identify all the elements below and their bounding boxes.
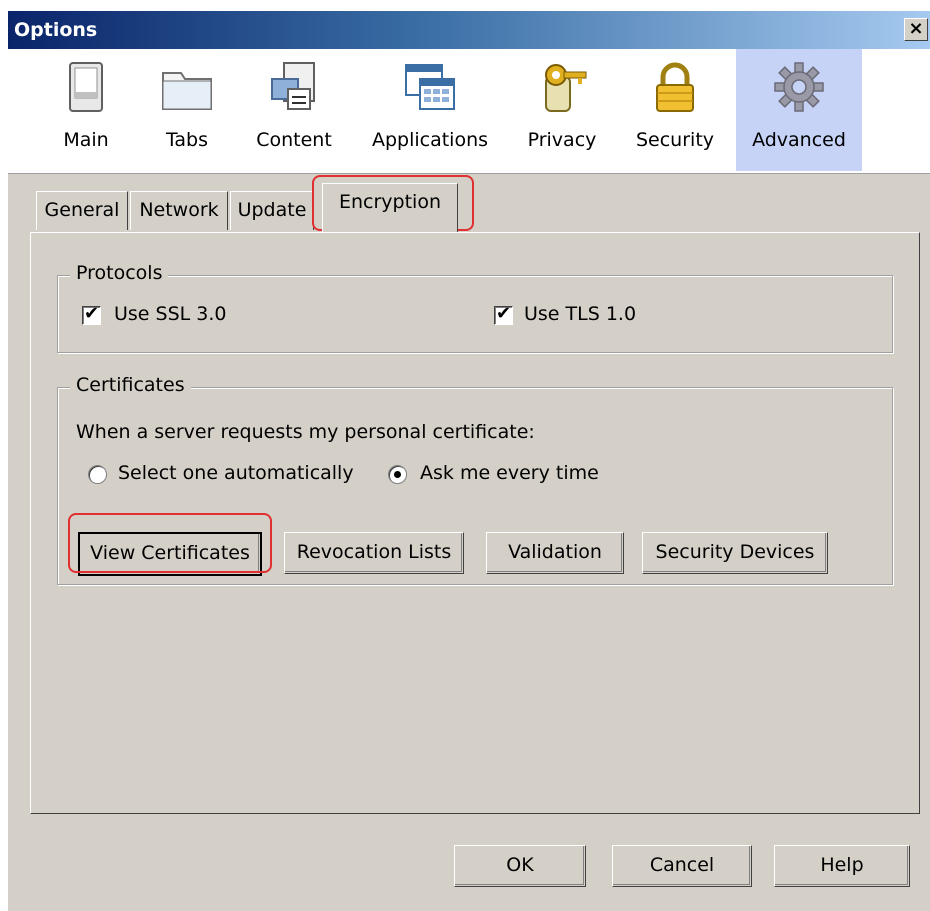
checkmark-icon: ✔ xyxy=(84,303,100,324)
applications-window-icon xyxy=(402,59,458,115)
title-bar[interactable]: Options × xyxy=(8,11,930,49)
ssl-label: Use SSL 3.0 xyxy=(114,303,227,325)
content-page-icon xyxy=(266,59,322,115)
key-tag-icon xyxy=(534,59,590,115)
checkmark-icon: ✔ xyxy=(496,303,512,324)
toolbar-item-privacy[interactable]: Privacy xyxy=(516,49,608,171)
toolbar-item-main[interactable]: Main xyxy=(48,49,124,171)
toolbar-item-advanced[interactable]: Advanced xyxy=(736,49,862,171)
tab-general[interactable]: General xyxy=(36,191,128,230)
tab-encryption[interactable]: Encryption xyxy=(322,183,458,232)
tls-label: Use TLS 1.0 xyxy=(524,303,637,325)
window-title: Options xyxy=(14,19,98,41)
validation-button[interactable]: Validation xyxy=(486,532,624,574)
radio-ask-every-time-label: Ask me every time xyxy=(420,462,599,484)
radio-dot xyxy=(394,471,401,478)
tab-network[interactable]: Network xyxy=(130,191,228,230)
folder-tab-icon xyxy=(159,59,215,115)
switch-icon xyxy=(58,59,114,115)
radio-select-automatically-label: Select one automatically xyxy=(118,462,354,484)
tab-update[interactable]: Update xyxy=(230,191,314,230)
certificates-title: Certificates xyxy=(70,374,191,396)
toolbar-label: Applications xyxy=(371,129,489,151)
padlock-icon xyxy=(647,59,703,115)
protocols-group: Protocols ✔ Use SSL 3.0 ✔ Use TLS 1.0 xyxy=(57,262,893,353)
help-button[interactable]: Help xyxy=(774,845,910,887)
toolbar-item-content[interactable]: Content xyxy=(248,49,340,171)
toolbar-label: Advanced xyxy=(752,129,846,151)
gear-icon xyxy=(771,59,827,115)
ok-button[interactable]: OK xyxy=(454,845,586,887)
options-window: Options × Main Tabs Content Applications… xyxy=(8,11,930,911)
tls-checkbox[interactable]: ✔ xyxy=(494,303,513,325)
toolbar-item-security[interactable]: Security xyxy=(626,49,724,171)
toolbar-label: Privacy xyxy=(527,129,597,151)
highlight-view-certificates xyxy=(68,513,272,573)
security-devices-button[interactable]: Security Devices xyxy=(642,532,828,574)
radio-select-automatically[interactable] xyxy=(88,465,107,484)
toolbar-label: Security xyxy=(635,129,715,151)
toolbar-label: Main xyxy=(63,129,109,151)
toolbar-item-tabs[interactable]: Tabs xyxy=(148,49,226,171)
toolbar-label: Content xyxy=(256,129,332,151)
close-button[interactable]: × xyxy=(904,18,928,41)
toolbar-item-applications[interactable]: Applications xyxy=(366,49,494,171)
certificate-prompt: When a server requests my personal certi… xyxy=(76,421,535,443)
toolbar-label: Tabs xyxy=(165,129,209,151)
protocols-title: Protocols xyxy=(70,262,169,284)
cancel-button[interactable]: Cancel xyxy=(612,845,752,887)
category-toolbar: Main Tabs Content Applications Privacy S… xyxy=(8,49,930,174)
revocation-lists-button[interactable]: Revocation Lists xyxy=(284,532,464,574)
radio-ask-every-time[interactable] xyxy=(388,465,407,484)
ssl-checkbox[interactable]: ✔ xyxy=(82,303,101,325)
